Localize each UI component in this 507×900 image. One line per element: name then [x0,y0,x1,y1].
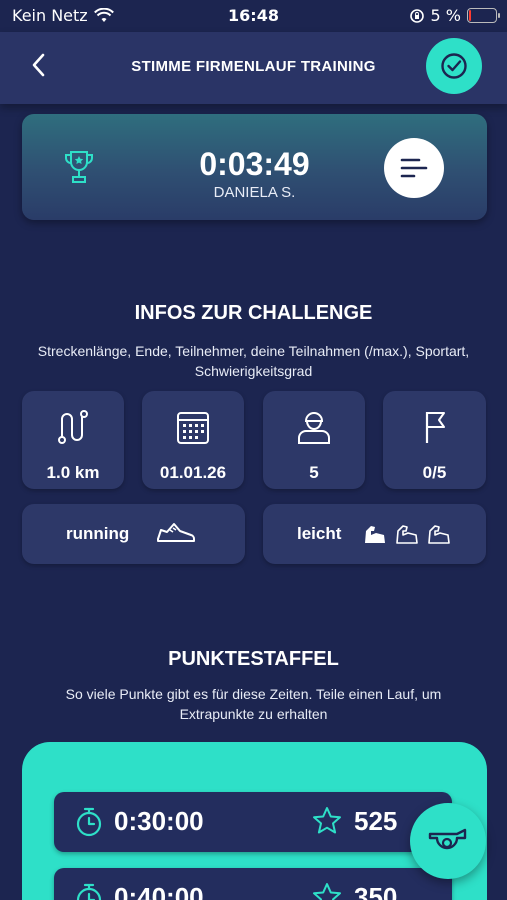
star-icon [313,883,341,900]
status-bar: Kein Netz 16:48 5 % [0,0,507,32]
distance-value: 1.0 km [46,463,100,482]
ranking-list-icon [400,158,428,178]
sport-tile: running [22,504,245,564]
battery-icon [467,8,500,23]
battery-percent: 5 % [430,6,461,25]
stopwatch-icon [76,883,102,900]
leader-card: 0:03:49 DANIELA S. [22,114,487,220]
muscle-icon-outline [396,525,418,544]
muscle-icon-filled [365,526,385,543]
points-title: PUNKTESTAFFEL [168,648,339,670]
points-row: 0:30:00 525 [54,792,452,852]
points-description: So viele Punkte gibt es für diese Zeiten… [65,686,442,722]
points-row: 0:40:00 350 [54,868,452,900]
stopwatch-icon [76,807,102,837]
participants-value: 5 [309,463,319,482]
status-right: 5 % [409,6,500,25]
flag-icon [425,412,445,443]
attempts-tile: 0/5 [383,391,486,489]
points-row-points: 350 [354,882,398,900]
points-row-time: 0:30:00 [114,806,204,836]
sport-label: running [66,524,130,543]
whistle-fab-button[interactable] [410,803,486,879]
infos-title: INFOS ZUR CHALLENGE [134,302,373,324]
infos-description: Streckenlänge, Ende, Teilnehmer, deine T… [37,343,470,379]
difficulty-tile: leicht [263,504,486,564]
route-icon [58,410,88,444]
calendar-icon [177,412,209,444]
check-circle-icon [441,53,467,79]
sneaker-icon [157,523,195,542]
star-icon [313,807,341,834]
orientation-lock-icon [409,8,424,23]
end-date-tile: 01.01.26 [142,391,244,489]
muscle-icon-outline [428,525,450,544]
leaderboard-button[interactable] [384,138,444,198]
points-row-time: 0:40:00 [114,882,204,900]
whistle-icon [428,828,467,850]
difficulty-label: leicht [297,524,342,543]
end-date-value: 01.01.26 [159,463,227,482]
distance-tile: 1.0 km [22,391,124,489]
points-row-points: 525 [354,806,398,836]
navigation-bar: STIMME FIRMENLAUF TRAINING [0,32,507,104]
participant-icon [298,412,330,444]
join-challenge-button[interactable] [426,38,482,94]
attempts-value: 0/5 [422,463,447,482]
participants-tile: 5 [263,391,365,489]
